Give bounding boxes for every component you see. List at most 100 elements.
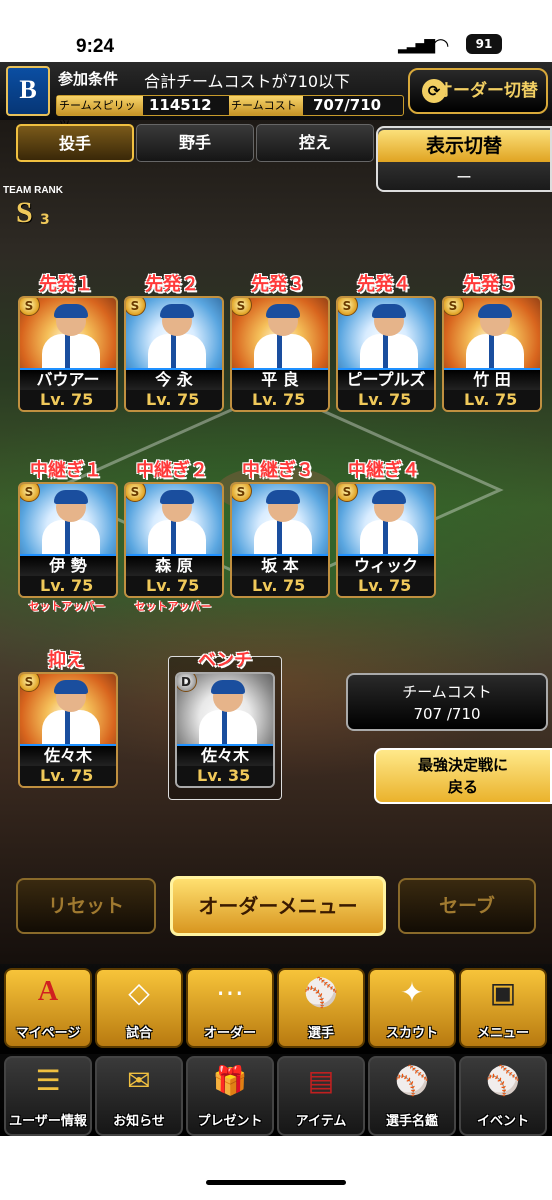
rank-badge: S — [338, 484, 358, 502]
slot-label: 先発１ — [39, 274, 93, 295]
player-card[interactable]: S 竹 田 Lv. 75 — [442, 296, 542, 412]
player-level: Lv. 75 — [20, 766, 116, 786]
player-card[interactable]: S ピープルズ Lv. 75 — [336, 296, 436, 412]
player-portrait — [360, 304, 418, 370]
player-portrait — [148, 490, 206, 556]
spirit-label: チームスピリッツ — [57, 96, 143, 131]
player-card[interactable]: S 今 永 Lv. 75 — [124, 296, 224, 412]
player-portrait — [42, 304, 100, 370]
player-card[interactable]: S ウィック Lv. 75 — [336, 482, 436, 598]
player-level: Lv. 75 — [20, 390, 116, 410]
slot-label: 先発２ — [145, 274, 199, 295]
player-card[interactable]: S バウアー Lv. 75 — [18, 296, 118, 412]
nav-user-info[interactable]: ☰ ユーザー情報 — [4, 1056, 92, 1136]
player-card[interactable]: S 伊 勢 Lv. 75 — [18, 482, 118, 598]
player-directory-icon: ⚾ — [394, 1064, 430, 1097]
role-label: セットアッパー — [28, 600, 106, 613]
player-card[interactable]: S 平 良 Lv. 75 — [230, 296, 330, 412]
tab-reserve[interactable]: 控え — [256, 124, 374, 162]
slot-label: 中継ぎ３ — [242, 460, 314, 481]
order-switch-button[interactable]: ⟳ オーダー切替 — [408, 68, 548, 114]
team-rank-label: TEAM RANK — [3, 185, 63, 196]
player-name: 竹 田 — [444, 368, 540, 390]
user-info-icon: ☰ — [35, 1064, 61, 1097]
nav-order[interactable]: ⋯ オーダー — [186, 968, 274, 1048]
display-toggle-value: ー — [455, 168, 472, 187]
player-card[interactable]: S 佐々木 Lv. 75 — [18, 672, 118, 788]
return-button[interactable]: 最強決定戦に 戻る — [374, 748, 552, 804]
stadium-icon: ◇ — [128, 976, 150, 1009]
spirit-value: 114512 — [149, 96, 212, 114]
battery-indicator: 91 — [466, 34, 502, 54]
signal-icon: ▂▃▅▇ — [398, 38, 435, 54]
rank-badge: S — [20, 674, 40, 692]
player-name: 坂 本 — [232, 554, 328, 576]
wifi-icon: ◠ — [432, 33, 450, 57]
slot-label: 中継ぎ２ — [136, 460, 208, 481]
slot-label: ベンチ — [198, 650, 252, 671]
nav-news[interactable]: ✉ お知らせ — [95, 1056, 183, 1136]
nav-item[interactable]: ▤ アイテム — [277, 1056, 365, 1136]
player-portrait — [254, 304, 312, 370]
player-portrait — [148, 304, 206, 370]
nav-label: メニュー — [476, 1026, 529, 1041]
team-cost-panel: チームコスト 707 /710 — [346, 673, 548, 731]
order-icon: ⋯ — [216, 976, 244, 1009]
status-bar: 9:24 ▂▃▅▇ ◠ 91 — [0, 0, 552, 62]
slot-label: 中継ぎ４ — [348, 460, 420, 481]
nav-label: マイページ — [15, 1026, 81, 1041]
condition-value: 合計チームコストが710以下 — [144, 72, 351, 91]
nav-label: 試合 — [125, 1026, 152, 1041]
rank-badge: S — [20, 484, 40, 502]
rank-badge: S — [20, 298, 40, 316]
nav-label: イベント — [476, 1114, 529, 1129]
return-label-2: 戻る — [447, 778, 478, 796]
team-cost-value: 707 /710 — [413, 705, 481, 723]
slot-label: 抑え — [48, 650, 84, 671]
nav-game[interactable]: ◇ 試合 — [95, 968, 183, 1048]
nav-mypage[interactable]: A マイページ — [4, 968, 92, 1048]
menu-icon: ▣ — [489, 976, 517, 1009]
order-menu-button[interactable]: オーダーメニュー — [170, 876, 386, 936]
reset-button[interactable]: リセット — [16, 878, 156, 934]
team-rank-sub: 3 — [40, 212, 50, 228]
player-level: Lv. 75 — [232, 390, 328, 410]
player-name: バウアー — [20, 368, 116, 390]
tab-pitcher[interactable]: 投手 — [16, 124, 134, 162]
nav-label: 選手 — [307, 1026, 334, 1041]
condition-label: 参加条件 — [58, 70, 119, 88]
slot-label: 中継ぎ１ — [30, 460, 102, 481]
home-indicator[interactable] — [206, 1180, 346, 1185]
nav-menu[interactable]: ▣ メニュー — [459, 968, 547, 1048]
cost-label: チームコスト — [229, 96, 303, 115]
player-card[interactable]: S 森 原 Lv. 75 — [124, 482, 224, 598]
player-name: 伊 勢 — [20, 554, 116, 576]
return-label-1: 最強決定戦に — [417, 756, 508, 774]
team-logo: B — [6, 66, 50, 116]
nav-scout[interactable]: ✦ スカウト — [368, 968, 456, 1048]
player-portrait — [199, 680, 257, 746]
nav-players[interactable]: ⚾ 選手 — [277, 968, 365, 1048]
scout-icon: ✦ — [400, 976, 424, 1009]
display-toggle-button[interactable]: 表示切替 ー — [376, 126, 552, 192]
status-time: 9:24 — [76, 36, 115, 57]
player-level: Lv. 35 — [177, 766, 273, 786]
nav-event[interactable]: ⚾ イベント — [459, 1056, 547, 1136]
player-card[interactable]: S 坂 本 Lv. 75 — [230, 482, 330, 598]
player-card[interactable]: D 佐々木 Lv. 35 — [175, 672, 275, 788]
nav-present[interactable]: 🎁 プレゼント — [186, 1056, 274, 1136]
player-level: Lv. 75 — [338, 576, 434, 596]
player-name: 森 原 — [126, 554, 222, 576]
rank-badge: S — [126, 484, 146, 502]
player-portrait — [466, 304, 524, 370]
slot-label: 先発５ — [463, 274, 517, 295]
player-portrait — [254, 490, 312, 556]
rank-badge: S — [338, 298, 358, 316]
tab-fielder[interactable]: 野手 — [136, 124, 254, 162]
display-toggle-label: 表示切替 — [378, 130, 550, 162]
save-button[interactable]: セーブ — [398, 878, 536, 934]
mypage-icon: A — [37, 976, 59, 1007]
nav-player-directory[interactable]: ⚾ 選手名鑑 — [368, 1056, 456, 1136]
player-name: 佐々木 — [20, 744, 116, 766]
gift-icon: 🎁 — [212, 1064, 248, 1097]
